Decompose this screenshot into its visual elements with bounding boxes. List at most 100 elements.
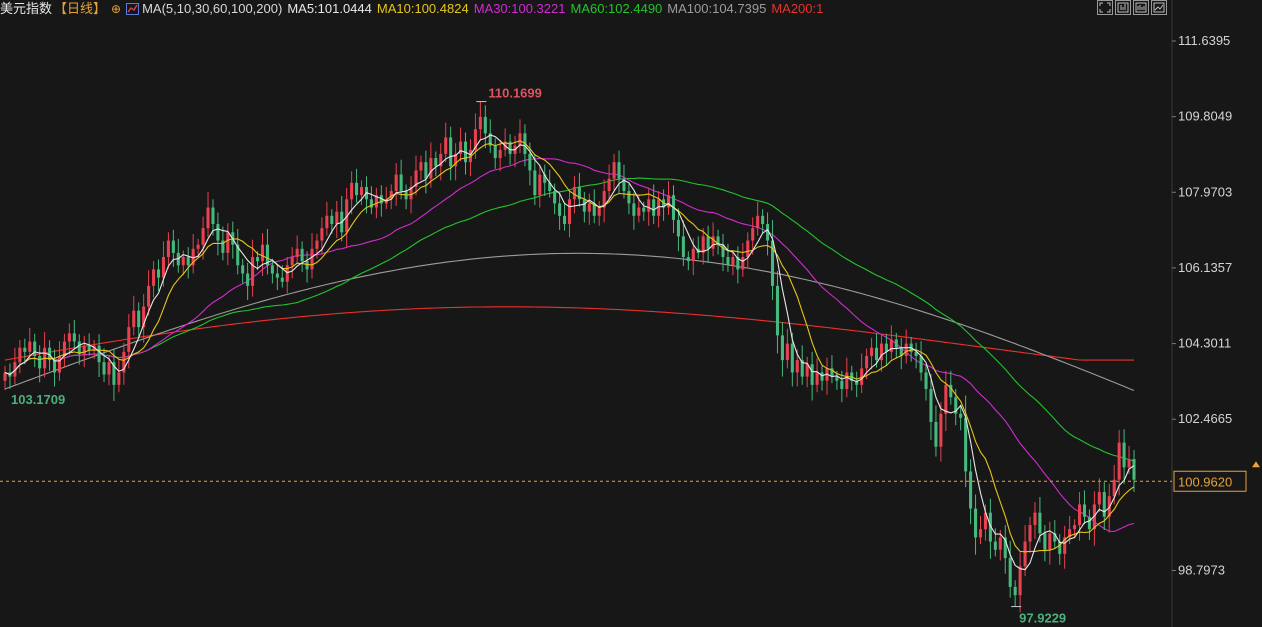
high-label: 110.1699: [488, 86, 542, 101]
candle-body: [315, 240, 319, 249]
candle-body: [290, 257, 294, 266]
candle-body: [57, 355, 62, 373]
candle-body: [498, 149, 502, 159]
zoom-out-icon[interactable]: [1133, 0, 1149, 15]
period-selector[interactable]: 【日线】: [54, 0, 106, 18]
candle-body: [201, 228, 205, 245]
candle-body: [117, 372, 121, 385]
candle-body: [449, 137, 453, 167]
candle-body: [1043, 533, 1047, 550]
candle-body: [132, 310, 136, 328]
candle-body: [959, 413, 963, 418]
candle-body: [889, 339, 893, 352]
candle-body: [325, 215, 329, 229]
candle-body: [964, 417, 968, 472]
ma200-value: MA200:1: [771, 1, 824, 16]
candle-body: [761, 215, 765, 225]
ma-params[interactable]: MA(5,10,30,60,100,200): [142, 0, 282, 18]
candle-body: [751, 228, 755, 241]
candle-body: [359, 186, 364, 196]
candle-body: [206, 207, 210, 229]
candle-body: [919, 355, 923, 373]
candle-body: [251, 257, 255, 286]
candle-body: [1028, 525, 1032, 542]
candle-body: [563, 215, 567, 225]
candle-body: [147, 285, 151, 307]
candle-body: [434, 158, 438, 167]
candle-body: [795, 360, 799, 373]
candlestick-chart[interactable]: 111.6395 109.8049 107.9703 106.1357 104.3011…: [0, 0, 1262, 627]
candle-body: [840, 380, 844, 389]
candle-body: [756, 215, 760, 229]
candle-body: [865, 355, 869, 369]
candle-body: [974, 508, 978, 538]
candle-body: [33, 341, 37, 356]
candle-body: [612, 162, 616, 179]
ma200-line: [4, 306, 1134, 361]
ma100-value: MA100:104.7395: [667, 1, 767, 16]
candle-body: [181, 257, 185, 266]
ma60-value: MA60:102.4490: [570, 1, 663, 16]
candle-body: [171, 240, 175, 253]
candle-body: [280, 277, 284, 282]
candle-body: [28, 341, 32, 352]
candle-body: [67, 333, 71, 342]
candle-body: [775, 285, 780, 336]
y-tick-label: 98.7973: [1178, 563, 1225, 578]
expand-icon[interactable]: [1097, 0, 1113, 15]
candle-body: [320, 228, 324, 241]
candle-body: [835, 376, 839, 381]
candle-body: [305, 261, 309, 270]
candle-body: [226, 232, 230, 253]
candle-body: [944, 384, 948, 414]
candle-body: [1008, 558, 1012, 587]
candle-body: [52, 360, 57, 373]
candle-body: [518, 133, 522, 146]
candle-body: [597, 207, 601, 216]
candle-body: [874, 347, 879, 361]
candle-body: [1087, 516, 1091, 530]
candle-body: [1038, 512, 1042, 534]
y-tick-label: 109.8049: [1178, 109, 1232, 124]
settings-icon[interactable]: ⊕: [111, 0, 121, 18]
candle-body: [894, 339, 898, 348]
candle-body: [478, 116, 482, 130]
candle-body: [558, 203, 562, 216]
candle-body: [642, 207, 646, 212]
last-price-label: 100.9620: [1178, 474, 1232, 489]
candle-body: [493, 145, 497, 159]
indicator-chart-icon[interactable]: [126, 3, 140, 15]
candle-body: [533, 170, 537, 196]
candle-body: [815, 372, 819, 385]
candle-body: [394, 174, 398, 192]
candle-body: [538, 174, 542, 196]
candle-body: [929, 388, 933, 422]
fit-icon[interactable]: [1151, 0, 1167, 15]
y-tick-label: 104.3011: [1178, 336, 1231, 351]
candle-body: [310, 248, 314, 270]
candle-body: [652, 199, 656, 216]
candle-body: [993, 541, 997, 550]
candle-body: [553, 191, 557, 204]
last-price-marker: [1252, 461, 1260, 468]
candle-body: [746, 240, 750, 258]
candle-body: [196, 244, 200, 249]
candle-body: [1082, 504, 1087, 517]
candle-body: [647, 199, 651, 212]
candle-body: [77, 341, 81, 354]
candle-body: [1077, 504, 1082, 526]
candle-body: [483, 116, 487, 134]
candle-body: [444, 137, 448, 154]
candle-body: [87, 345, 91, 350]
candle-body: [969, 471, 973, 509]
candle-body: [3, 372, 7, 381]
candle-body: [706, 236, 710, 249]
candle-body: [780, 335, 784, 361]
zoom-in-icon[interactable]: [1115, 0, 1131, 15]
candle-body: [741, 257, 745, 270]
candle-body: [166, 240, 170, 258]
candle-body: [38, 355, 42, 369]
y-tick-label: 102.4665: [1178, 411, 1232, 426]
candle-body: [275, 273, 279, 278]
candle-body: [785, 343, 789, 361]
